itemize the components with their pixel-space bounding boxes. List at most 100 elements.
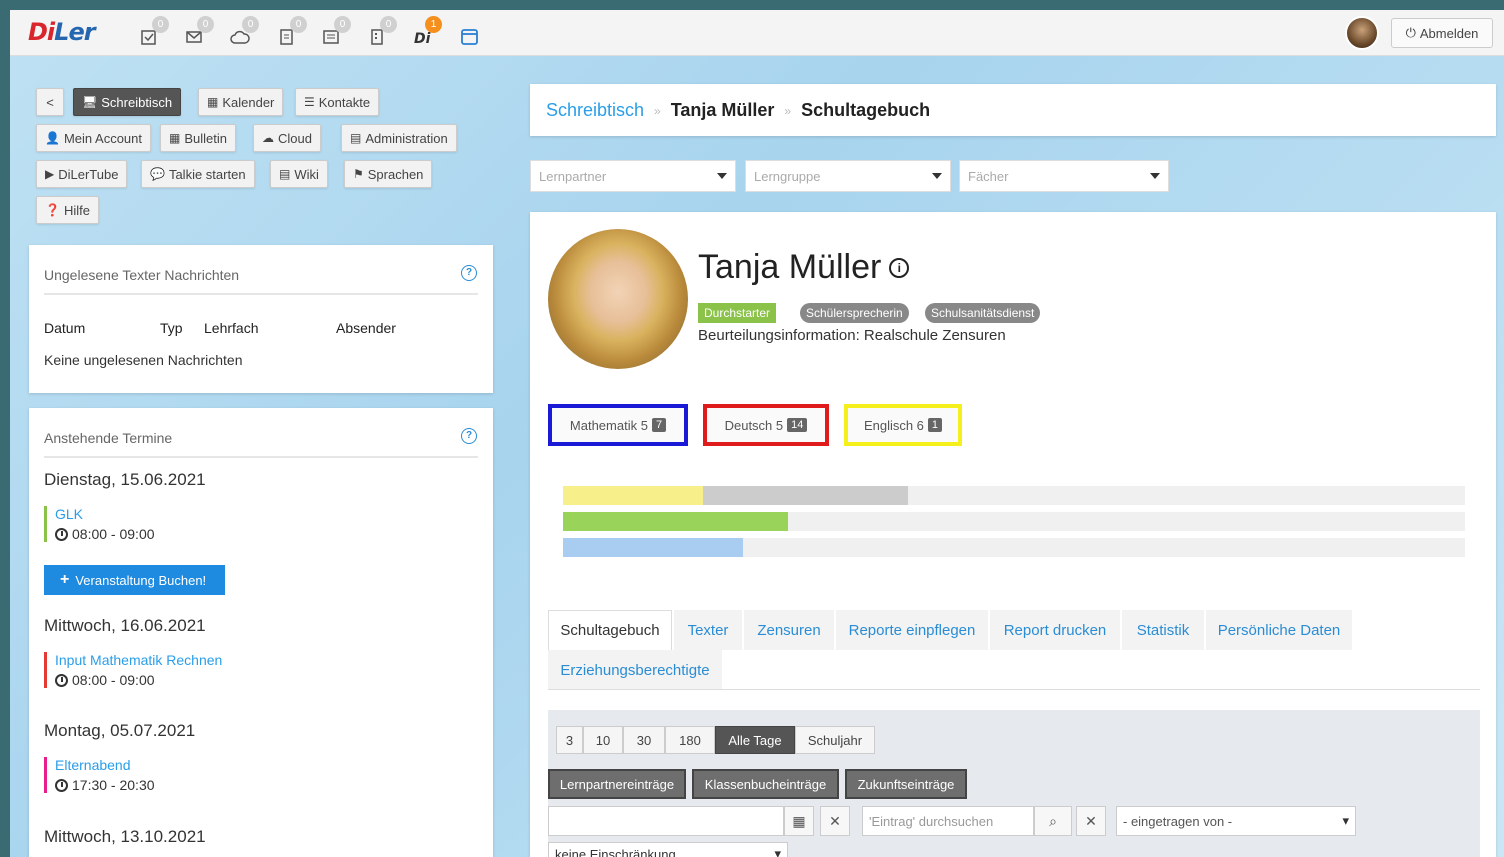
notification-badge: 0 (152, 16, 169, 33)
nav-administration-button[interactable]: ▤ Administration (341, 124, 457, 152)
nav-wiki-button[interactable]: ▤ Wiki (270, 160, 328, 188)
notification-badge: 0 (380, 16, 397, 33)
subject-mathematik[interactable]: Mathematik 57 (548, 404, 688, 446)
breadcrumb-home-link[interactable]: Schreibtisch (546, 100, 644, 121)
desktop-icon: 🖥 (82, 95, 98, 109)
notification-badge: 0 (290, 16, 307, 33)
subject-deutsch[interactable]: Deutsch 5 14 (703, 404, 829, 446)
document-icon[interactable]: 0 (278, 16, 307, 48)
back-button[interactable]: < (36, 88, 64, 116)
breadcrumb-separator: » (654, 103, 661, 118)
entry-search-input[interactable]: 'Eintrag' durchsuchen (862, 806, 1034, 836)
student-panel: Tanja Müller i Durchstarter Schülersprec… (530, 212, 1496, 857)
count-badge: 14 (787, 418, 808, 432)
nav-mein-account-button[interactable]: 👤 Mein Account (36, 124, 151, 152)
event-name[interactable]: Elternabend (55, 757, 155, 773)
nav-dilertube-button[interactable]: ▶ DiLerTube (36, 160, 128, 188)
help-icon[interactable]: ? (461, 428, 477, 444)
appointment-day: Montag, 05.07.2021 (44, 721, 196, 740)
faecher-select[interactable]: Fächer (959, 160, 1169, 192)
select-arrow-icon: ▾ (1342, 813, 1349, 828)
subject-englisch[interactable]: Englisch 61 (844, 404, 962, 446)
cloud-icon[interactable]: 0 (230, 16, 259, 48)
column-header-lehrfach: Lehrfach (204, 320, 259, 336)
nav-talkie-button[interactable]: 💬 Talkie starten (141, 160, 255, 188)
appointment-event[interactable]: Elternabend 17:30 - 20:30 (44, 757, 155, 793)
range-30-button[interactable]: 30 (623, 726, 665, 754)
news-icon[interactable]: 0 (322, 16, 351, 48)
notification-badge: 0 (334, 16, 351, 33)
unread-messages-panel: Ungelesene Texter Nachrichten ? Datum Ty… (29, 245, 493, 393)
tab-erziehungsberechtigte[interactable]: Erziehungsberechtigte (548, 650, 722, 690)
appointment-event[interactable]: Input Mathematik Rechnen 08:00 - 09:00 (44, 652, 222, 688)
progress-segment (702, 486, 909, 505)
date-input[interactable] (548, 806, 784, 836)
tab-zensuren[interactable]: Zensuren (744, 610, 834, 650)
tab-schultagebuch[interactable]: Schultagebuch (548, 610, 672, 650)
admin-icon: ▤ (350, 131, 362, 145)
tag-badge: Schulsanitätsdienst (925, 303, 1041, 323)
author-select[interactable]: - eingetragen von - ▾ (1116, 806, 1356, 836)
book-icon: ▤ (279, 167, 291, 181)
future-entries-button[interactable]: Zukunftseinträge (845, 769, 967, 799)
tab-statistik[interactable]: Statistik (1122, 610, 1204, 650)
nav-hilfe-button[interactable]: ❓ Hilfe (36, 196, 99, 224)
tab-report-drucken[interactable]: Report drucken (990, 610, 1120, 650)
range-all-days-button[interactable]: Alle Tage (715, 726, 795, 754)
question-icon: ❓ (45, 203, 60, 217)
range-180-button[interactable]: 180 (665, 726, 715, 754)
user-avatar[interactable] (1345, 16, 1379, 50)
student-photo (548, 229, 688, 369)
divider (44, 456, 478, 458)
event-name[interactable]: Input Mathematik Rechnen (55, 652, 222, 668)
tab-reporte-einpflegen[interactable]: Reporte einpflegen (836, 610, 988, 650)
nav-schreibtisch-button[interactable]: 🖥 Schreibtisch (73, 88, 182, 116)
chat-icon: 💬 (150, 167, 165, 181)
nav-cloud-button[interactable]: ☁ Cloud (253, 124, 321, 152)
event-name[interactable]: GLK (55, 506, 155, 522)
range-10-button[interactable]: 10 (583, 726, 623, 754)
appointment-day: Dienstag, 15.06.2021 (44, 470, 206, 489)
lernpartner-entries-button[interactable]: Lernpartnereinträge (548, 769, 686, 799)
notification-badge: 0 (197, 16, 214, 33)
book-event-button[interactable]: + Veranstaltung Buchen! (44, 565, 225, 595)
mail-icon[interactable]: 0 (185, 16, 214, 48)
select-arrow-icon: ▾ (774, 846, 781, 857)
grid-icon: ▦ (169, 131, 181, 145)
klassenbuch-entries-button[interactable]: Klassenbucheinträge (692, 769, 839, 799)
progress-segment (563, 538, 744, 557)
nav-sprachen-button[interactable]: ⚑ Sprachen (344, 160, 433, 188)
info-icon[interactable]: i (889, 257, 910, 278)
tag-badge: Durchstarter (698, 303, 777, 323)
lernpartner-select[interactable]: Lernpartner (530, 160, 736, 192)
nav-kalender-button[interactable]: ▦ Kalender (198, 88, 284, 116)
svg-text:Di: Di (414, 31, 431, 46)
cloud-icon: ☁ (262, 131, 274, 145)
tab-persoenliche-daten[interactable]: Persönliche Daten (1206, 610, 1352, 650)
diler-talk-icon[interactable]: Di 1 (413, 16, 442, 48)
help-icon[interactable]: ? (461, 265, 477, 281)
calendar-icon[interactable] (460, 22, 486, 48)
clear-date-icon[interactable]: ✕ (820, 806, 850, 836)
progress-bar-mathematik (563, 486, 1465, 505)
breadcrumb-student[interactable]: Tanja Müller (671, 100, 775, 121)
range-3-button[interactable]: 3 (556, 726, 583, 754)
appointment-event[interactable]: GLK 08:00 - 09:00 (44, 506, 155, 542)
building-icon[interactable]: 0 (368, 16, 397, 48)
app-frame: DiLer 0 0 0 0 0 0 Di 1 ⏻ Abmelden < 🖥 Sc… (10, 10, 1504, 857)
checklist-icon[interactable]: 0 (140, 16, 169, 48)
logout-button[interactable]: ⏻ Abmelden (1391, 18, 1493, 48)
nav-bulletin-button[interactable]: ▦ Bulletin (160, 124, 236, 152)
calendar-picker-icon[interactable]: ▦ (784, 806, 814, 836)
restriction-select[interactable]: keine Einschränkung ▾ (548, 842, 788, 857)
appointments-panel: Anstehende Termine ? Dienstag, 15.06.202… (29, 408, 493, 857)
range-schuljahr-button[interactable]: Schuljahr (795, 726, 875, 754)
nav-kontakte-button[interactable]: ☰ Kontakte (295, 88, 380, 116)
lerngruppe-select[interactable]: Lerngruppe (745, 160, 951, 192)
clock-icon (55, 778, 68, 792)
diler-logo[interactable]: DiLer (28, 18, 96, 46)
clear-search-icon[interactable]: ✕ (1076, 806, 1106, 836)
tab-texter[interactable]: Texter (674, 610, 742, 650)
appointment-day: Mittwoch, 16.06.2021 (44, 616, 206, 635)
search-icon[interactable]: ⌕ (1034, 806, 1072, 836)
